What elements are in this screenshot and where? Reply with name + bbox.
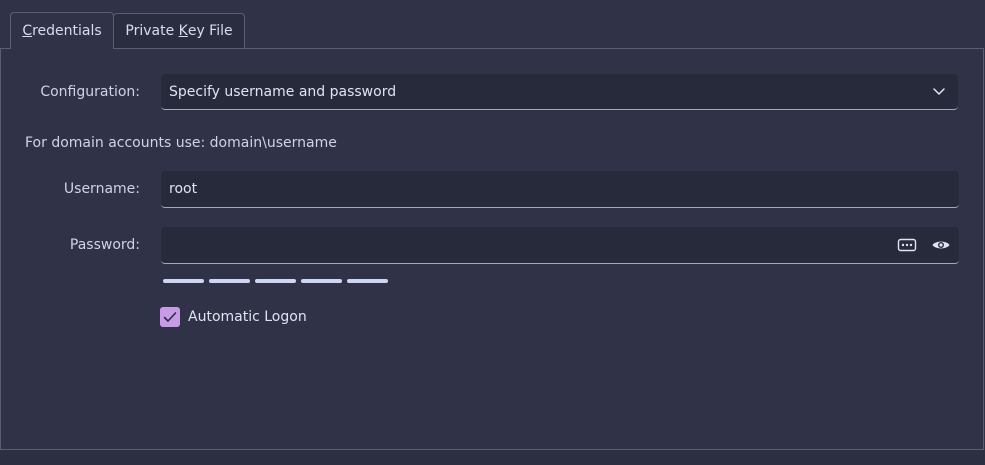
automatic-logon-label: Automatic Logon — [188, 309, 307, 325]
strength-segment — [209, 279, 250, 283]
strength-segment — [255, 279, 296, 283]
password-label: Password: — [69, 237, 140, 253]
automatic-logon-row[interactable]: Automatic Logon — [160, 307, 307, 327]
strength-segment — [347, 279, 388, 283]
configuration-combobox[interactable]: Specify username and password — [161, 74, 958, 110]
chevron-down-icon — [933, 88, 945, 95]
password-strength-meter — [163, 279, 388, 283]
tab-private-key-file[interactable]: Private Key File — [113, 13, 245, 48]
password-generator-icon[interactable] — [897, 236, 917, 254]
password-field[interactable] — [161, 227, 959, 264]
tab-credentials-rest: redentials — [32, 23, 102, 39]
tab-strip: Credentials Private Key File — [0, 0, 985, 49]
configuration-label: Configuration: — [40, 84, 140, 100]
configuration-selected: Specify username and password — [169, 83, 397, 100]
eye-icon[interactable] — [931, 236, 951, 254]
domain-hint: For domain accounts use: domain\username — [25, 135, 337, 151]
tab-private-key-prefix: Private — [125, 23, 179, 39]
bottom-strip — [0, 450, 985, 465]
username-label: Username: — [63, 181, 140, 197]
strength-segment — [301, 279, 342, 283]
checkmark-icon — [163, 312, 177, 322]
username-field[interactable]: root — [161, 171, 959, 208]
username-value: root — [169, 181, 198, 197]
credentials-dialog: Credentials Private Key File Configurati… — [0, 0, 985, 465]
tab-private-key-mnemonic: K — [178, 23, 188, 39]
strength-segment — [163, 279, 204, 283]
tab-credentials[interactable]: Credentials — [10, 12, 114, 49]
automatic-logon-checkbox[interactable] — [160, 307, 180, 327]
tab-private-key-rest: ey File — [187, 23, 233, 39]
tab-credentials-mnemonic: C — [22, 23, 33, 39]
